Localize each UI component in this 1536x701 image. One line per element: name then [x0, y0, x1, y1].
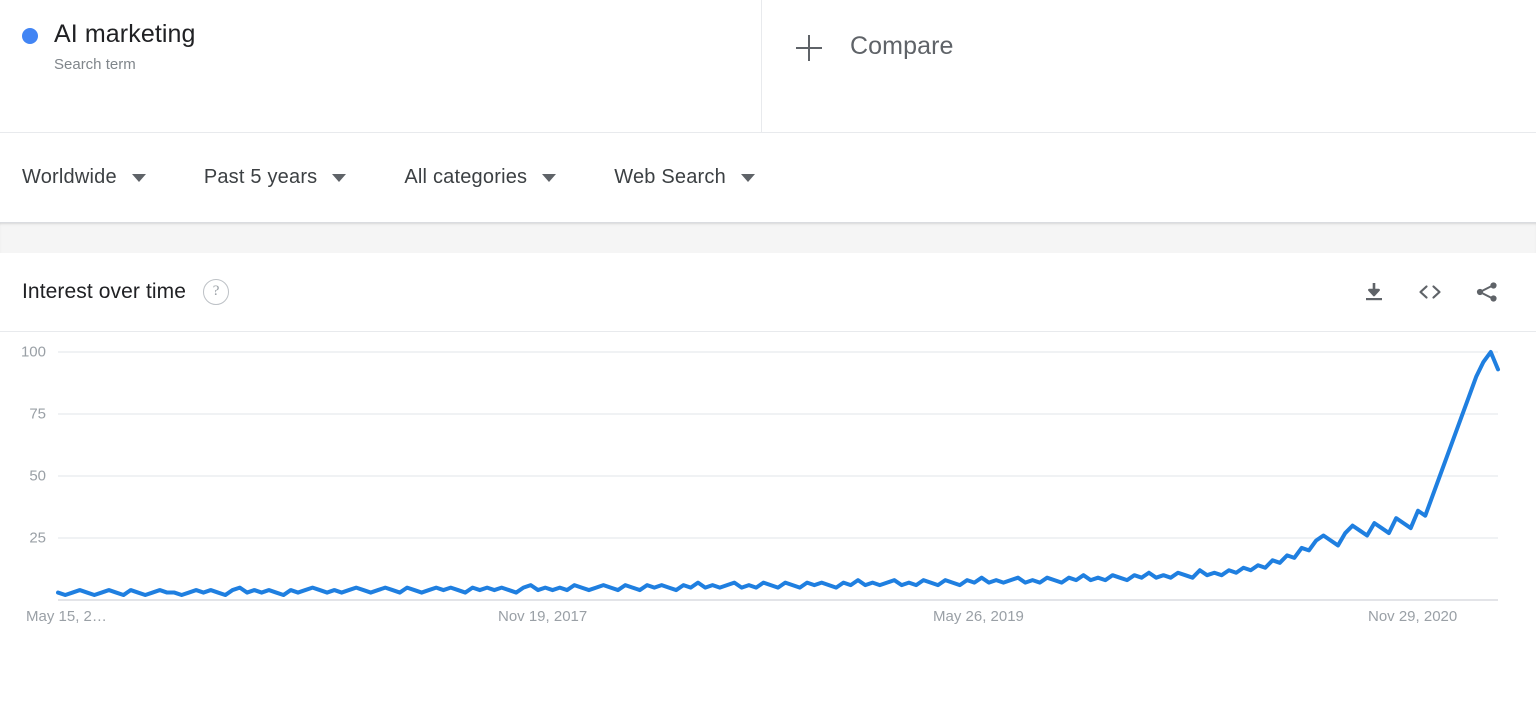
x-axis-tick-label: Nov 19, 2017	[498, 608, 588, 625]
x-axis-tick-label: Nov 29, 2020	[1368, 608, 1458, 625]
trend-line-path	[56, 350, 1500, 598]
help-icon[interactable]: ?	[203, 279, 230, 305]
plus-icon	[796, 35, 822, 61]
search-term-subtitle: Search term	[54, 56, 136, 73]
filter-search-type[interactable]: Web Search	[614, 166, 755, 189]
filter-category-label: All categories	[404, 166, 528, 188]
filter-category[interactable]: All categories	[404, 166, 557, 189]
embed-icon[interactable]	[1416, 280, 1444, 304]
chevron-down-icon	[332, 173, 347, 182]
x-axis-tick-label: May 26, 2019	[933, 608, 1024, 625]
search-term-card[interactable]: AI marketing Search term	[0, 0, 762, 132]
chevron-down-icon	[740, 173, 755, 182]
y-axis-tick-label: 25	[29, 529, 46, 547]
download-icon[interactable]	[1362, 280, 1386, 304]
filter-location[interactable]: Worldwide	[22, 166, 146, 189]
term-header-bar: AI marketing Search term Compare	[0, 0, 1536, 133]
filter-bar: Worldwide Past 5 years All categories We…	[0, 133, 1536, 222]
chevron-down-icon	[131, 173, 146, 182]
filter-time-range[interactable]: Past 5 years	[204, 166, 347, 189]
y-axis-tick-label: 75	[29, 405, 46, 423]
filter-time-range-label: Past 5 years	[203, 166, 318, 188]
compare-label: Compare	[850, 32, 954, 60]
x-axis-tick-label: May 15, 2…	[26, 608, 107, 625]
y-axis-tick-label: 100	[20, 343, 46, 361]
search-term-title: AI marketing	[54, 20, 196, 48]
filter-search-type-label: Web Search	[614, 166, 726, 188]
chevron-down-icon	[542, 173, 557, 182]
page-title: Interest over time	[22, 280, 187, 303]
share-icon[interactable]	[1474, 280, 1500, 304]
filter-location-label: Worldwide	[22, 166, 117, 188]
add-comparison-button[interactable]: Compare	[762, 0, 1536, 132]
section-separator	[0, 222, 1536, 253]
card-title-group: Interest over time ?	[22, 279, 230, 305]
interest-over-time-chart[interactable]: 25 50 75 100 May 15, 2… Nov 19, 2017 May 26, …	[0, 332, 1536, 672]
y-axis-tick-label: 50	[29, 467, 46, 485]
interest-over-time-header: Interest over time ?	[0, 253, 1536, 332]
card-actions	[1362, 280, 1500, 304]
trend-line-svg	[56, 350, 1500, 601]
series-color-dot	[22, 28, 38, 44]
